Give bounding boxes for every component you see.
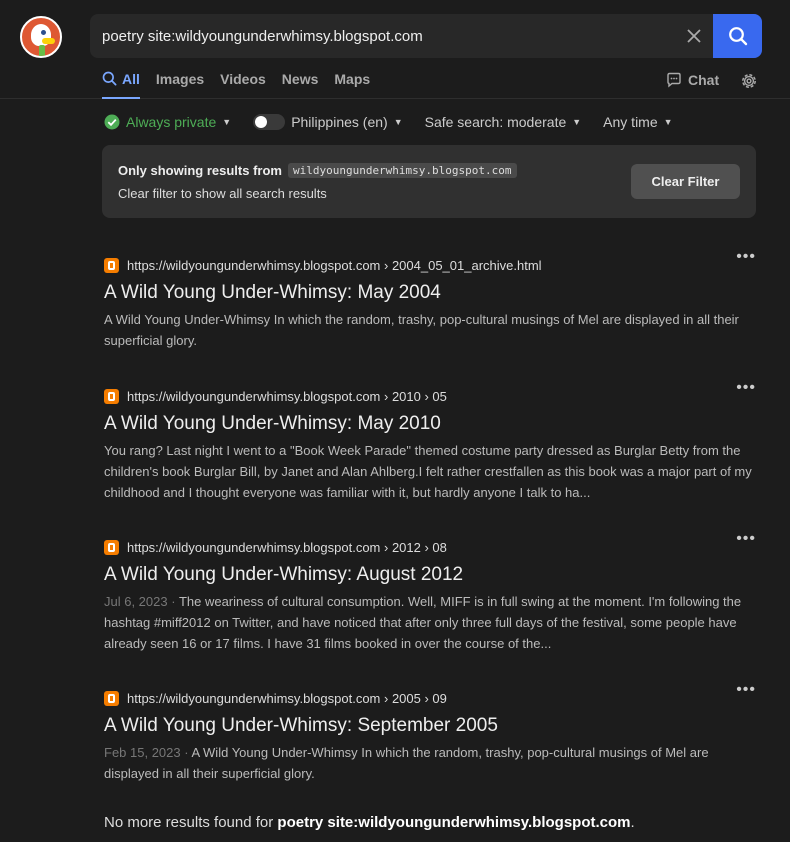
privacy-filter[interactable]: Always private ▼	[104, 114, 231, 130]
tab-images[interactable]: Images	[156, 71, 204, 99]
tab-news-label: News	[281, 71, 319, 87]
search-result: https://wildyoungunderwhimsy.blogspot.co…	[104, 681, 756, 784]
result-snippet-text: A Wild Young Under-Whimsy In which the r…	[104, 312, 739, 348]
no-more-prefix: No more results found for	[104, 814, 274, 831]
result-date: Jul 6, 2023	[104, 594, 168, 609]
date-separator: ·	[180, 745, 192, 760]
search-button[interactable]	[713, 14, 762, 58]
no-more-results: No more results found for poetry site:wi…	[104, 814, 635, 831]
chat-bubble-icon	[667, 72, 681, 88]
blogger-icon	[104, 690, 119, 706]
search-tabs: All Images Videos News Maps	[102, 71, 370, 99]
result-url: https://wildyoungunderwhimsy.blogspot.co…	[127, 388, 447, 404]
result-title[interactable]: A Wild Young Under-Whimsy: May 2004	[104, 282, 756, 304]
toggle-knob	[255, 116, 268, 128]
blogger-icon	[104, 539, 119, 555]
search-result: https://wildyoungunderwhimsy.blogspot.co…	[104, 248, 756, 351]
site-filter-notice: Only showing results from wildyoungunder…	[102, 145, 756, 218]
result-url: https://wildyoungunderwhimsy.blogspot.co…	[127, 539, 447, 555]
result-title[interactable]: A Wild Young Under-Whimsy: August 2012	[104, 564, 756, 586]
result-url-row[interactable]: https://wildyoungunderwhimsy.blogspot.co…	[104, 689, 756, 707]
result-url: https://wildyoungunderwhimsy.blogspot.co…	[127, 690, 447, 706]
result-snippet: You rang? Last night I went to a "Book W…	[104, 440, 756, 503]
tab-videos-label: Videos	[220, 71, 266, 87]
no-more-query: poetry site:wildyoungunderwhimsy.blogspo…	[277, 814, 631, 831]
duck-tie	[39, 45, 45, 56]
chat-button[interactable]: Chat	[666, 72, 719, 88]
tab-images-label: Images	[155, 71, 205, 87]
result-title[interactable]: A Wild Young Under-Whimsy: September 200…	[104, 715, 756, 737]
result-snippet: Jul 6, 2023 · The weariness of cultural …	[104, 591, 756, 654]
search-icon	[102, 71, 117, 86]
filter-bar: Always private ▼ Philippines (en) ▼ Safe…	[104, 112, 695, 132]
date-separator: ·	[167, 594, 179, 609]
region-filter[interactable]: Philippines (en) ▼	[253, 114, 403, 130]
settings-button[interactable]	[740, 72, 758, 90]
tab-all-label: All	[122, 71, 140, 87]
result-url-row[interactable]: https://wildyoungunderwhimsy.blogspot.co…	[104, 387, 756, 405]
tab-news[interactable]: News	[282, 71, 319, 99]
result-title[interactable]: A Wild Young Under-Whimsy: May 2010	[104, 413, 756, 435]
site-filter-hint: Clear filter to show all search results	[118, 186, 327, 201]
tab-maps[interactable]: Maps	[334, 71, 370, 99]
caret-down-icon: ▼	[393, 117, 403, 127]
clear-filter-button[interactable]: Clear Filter	[631, 164, 740, 199]
caret-down-icon: ▼	[222, 117, 232, 127]
more-options-button[interactable]: •••	[736, 248, 756, 266]
result-snippet: Feb 15, 2023 · A Wild Young Under-Whimsy…	[104, 742, 756, 784]
result-url: https://wildyoungunderwhimsy.blogspot.co…	[127, 257, 542, 273]
site-filter-domain: wildyoungunderwhimsy.blogspot.com	[287, 163, 517, 178]
privacy-label: Always private	[126, 114, 217, 130]
search-result: https://wildyoungunderwhimsy.blogspot.co…	[104, 530, 756, 654]
safe-search-label: Safe search: moderate	[424, 114, 567, 130]
tab-videos[interactable]: Videos	[220, 71, 266, 99]
clear-search-button[interactable]	[675, 14, 713, 58]
site-filter-heading: Only showing results from wildyoungunder…	[118, 163, 517, 178]
result-snippet-text: The weariness of cultural consumption. W…	[104, 594, 742, 651]
caret-down-icon: ▼	[572, 117, 582, 127]
caret-down-icon: ▼	[663, 117, 673, 127]
more-options-button[interactable]: •••	[736, 681, 756, 699]
duck-beak	[42, 38, 55, 44]
duckduckgo-logo[interactable]	[20, 16, 62, 58]
chat-label: Chat	[688, 72, 720, 88]
close-icon	[687, 29, 701, 43]
result-snippet-text: You rang? Last night I went to a "Book W…	[104, 443, 752, 500]
tab-all[interactable]: All	[102, 71, 140, 99]
gear-icon	[742, 74, 756, 88]
more-options-button[interactable]: •••	[736, 530, 756, 548]
site-filter-prefix: Only showing results from	[118, 163, 282, 178]
result-snippet: A Wild Young Under-Whimsy In which the r…	[104, 309, 756, 351]
search-result: https://wildyoungunderwhimsy.blogspot.co…	[104, 379, 756, 503]
result-url-row[interactable]: https://wildyoungunderwhimsy.blogspot.co…	[104, 538, 756, 556]
region-toggle[interactable]	[253, 114, 286, 130]
header: All Images Videos News Maps Chat	[0, 0, 790, 99]
result-url-row[interactable]: https://wildyoungunderwhimsy.blogspot.co…	[104, 256, 756, 274]
result-snippet-text: A Wild Young Under-Whimsy In which the r…	[104, 745, 709, 781]
more-options-button[interactable]: •••	[736, 379, 756, 397]
search-box	[90, 14, 762, 58]
duck-eye	[41, 30, 46, 35]
blogger-icon	[104, 257, 119, 273]
no-more-suffix: .	[630, 814, 635, 831]
check-circle-icon	[104, 114, 120, 130]
blogger-icon	[104, 388, 119, 404]
time-label: Any time	[603, 114, 658, 130]
result-date: Feb 15, 2023	[104, 745, 181, 760]
search-input[interactable]	[102, 14, 672, 58]
region-label: Philippines (en)	[291, 114, 388, 130]
tab-maps-label: Maps	[334, 71, 371, 87]
time-filter[interactable]: Any time ▼	[603, 114, 672, 130]
magnifier-icon	[728, 27, 747, 46]
safe-search-filter[interactable]: Safe search: moderate ▼	[425, 114, 582, 130]
